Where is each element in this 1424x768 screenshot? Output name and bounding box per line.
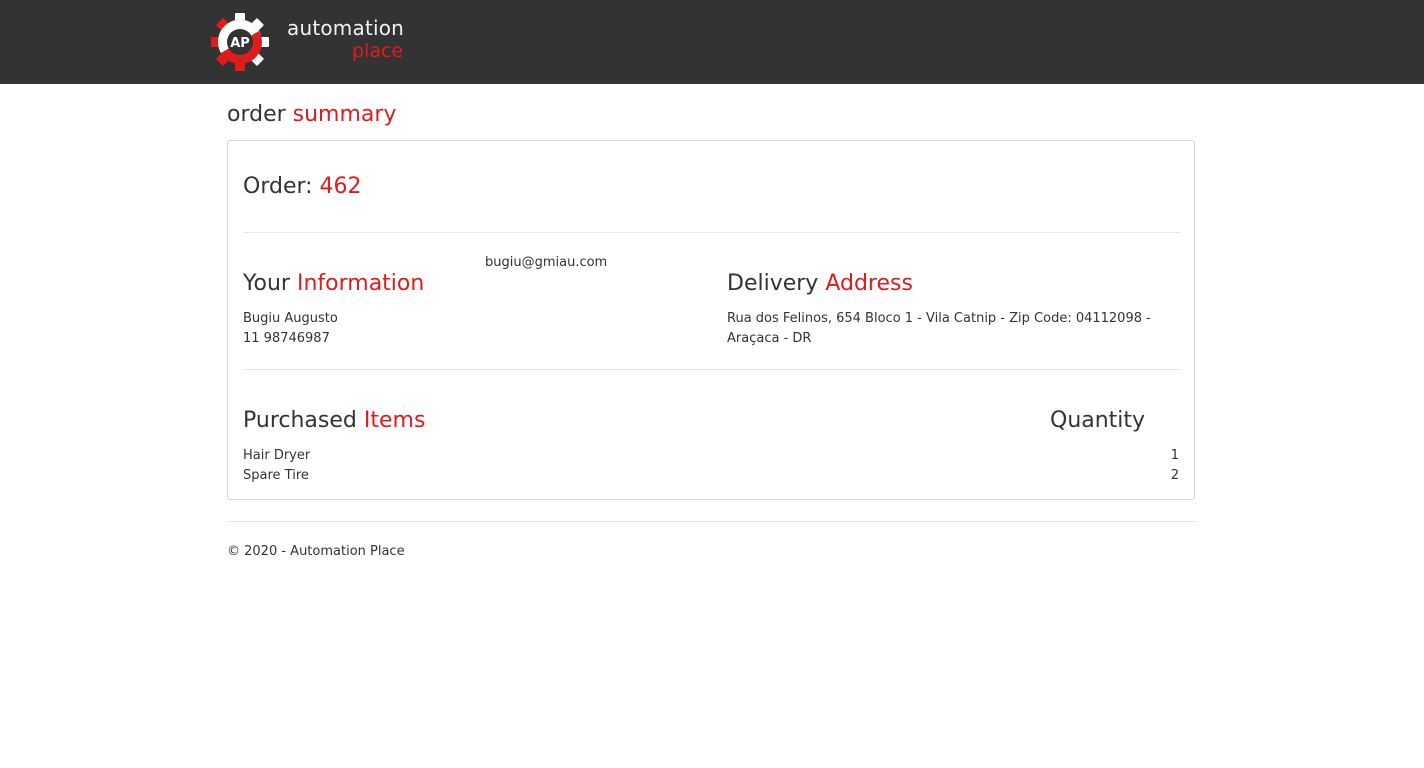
customer-email: bugiu@gmiau.com [485, 255, 608, 270]
item-name: Hair Dryer [243, 448, 311, 463]
purchased-items-heading-plain: Purchased [243, 408, 364, 433]
delivery-address-heading-plain: Delivery [727, 271, 826, 296]
customer-phone: 11 98746987 [243, 331, 330, 346]
delivery-address-heading-accent: Address [825, 271, 913, 296]
site-logo-link[interactable]: AP automation place [210, 12, 410, 72]
item-name: Spare Tire [243, 468, 309, 483]
purchased-items-heading-accent: Items [363, 408, 426, 433]
footer-copyright: © 2020 - Automation Place [227, 544, 405, 559]
delivery-address-line2: Araçaca - DR [727, 331, 812, 346]
logo-text-place: place [352, 40, 404, 62]
purchased-items-heading: Purchased Items [243, 408, 425, 433]
page-title-accent: summary [292, 102, 397, 127]
delivery-address-line1: Rua dos Felinos, 654 Bloco 1 - Vila Catn… [727, 311, 1151, 326]
your-information-heading-accent: Information [296, 271, 425, 296]
order-label: Order: [243, 174, 320, 199]
gear-logo-icon: AP [211, 13, 269, 71]
quantity-heading: Quantity [1050, 408, 1146, 433]
item-quantity: 1 [1170, 448, 1179, 463]
your-information-heading-plain: Your [243, 271, 297, 296]
logo-badge-text: AP [230, 36, 250, 51]
customer-name: Bugiu Augusto [243, 311, 338, 326]
order-number: 462 [319, 174, 362, 199]
delivery-address-heading: Delivery Address [727, 271, 913, 296]
top-navbar: AP automation place [0, 0, 1424, 84]
footer-divider [227, 521, 1197, 522]
order-summary-card: Order: 462 bugiu@gmiau.com Your Informat… [227, 140, 1195, 500]
your-information-heading: Your Information [243, 271, 424, 296]
order-heading: Order: 462 [243, 174, 362, 199]
item-quantity: 2 [1170, 468, 1179, 483]
page-title-plain: order [227, 102, 293, 127]
logo-text-automation: automation [287, 16, 405, 40]
page-title: order summary [227, 102, 396, 127]
divider [243, 369, 1181, 370]
divider [243, 232, 1181, 233]
